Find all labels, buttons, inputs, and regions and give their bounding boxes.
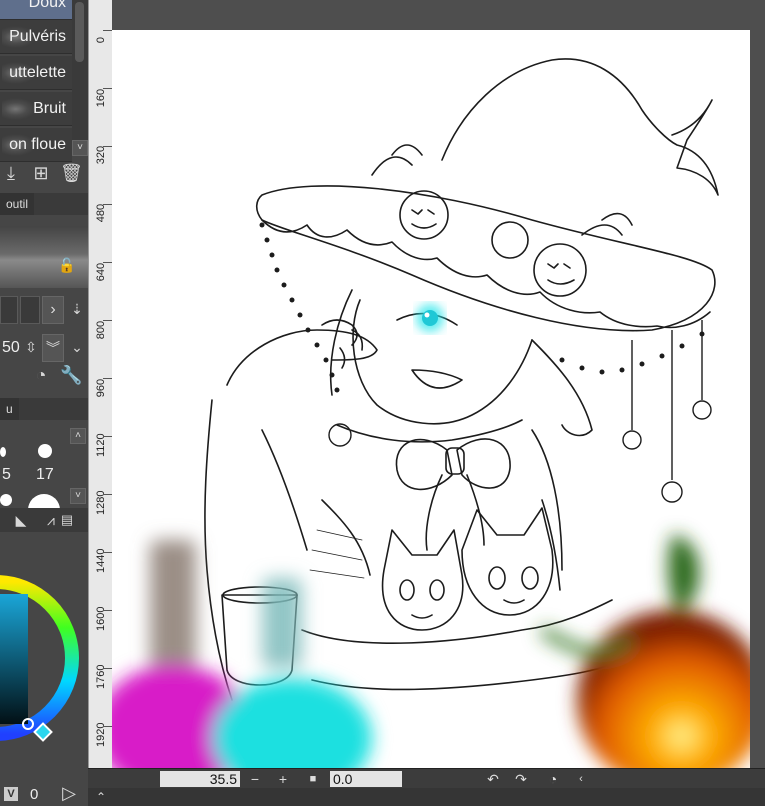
brush-size-option[interactable]: 5 bbox=[2, 466, 11, 484]
scrollbar-thumb[interactable] bbox=[75, 2, 84, 62]
navigator-bar: 35.5 − + ■ 0.0 ↶ ↷ ◔ ‹ bbox=[88, 768, 765, 789]
brush-size-value[interactable]: 50 bbox=[2, 339, 20, 357]
ruler-label: 640 bbox=[95, 262, 107, 282]
ruler-label: 1280 bbox=[95, 490, 107, 515]
ruler-label: 960 bbox=[95, 378, 107, 398]
brush-item-pulveris[interactable]: Pulvéris bbox=[0, 20, 72, 54]
tab-label: outil bbox=[6, 197, 29, 211]
v-badge: V bbox=[4, 787, 18, 801]
timer-icon[interactable]: ◔ bbox=[30, 364, 52, 386]
brush-stroke-preview bbox=[2, 98, 36, 120]
reset-rotation-icon[interactable]: ◔ bbox=[544, 770, 562, 788]
drawing-canvas[interactable] bbox=[112, 30, 765, 768]
wrench-icon[interactable]: 🔧 bbox=[60, 364, 82, 386]
chevron-left-icon[interactable]: ‹ bbox=[572, 770, 590, 788]
rotation-field[interactable]: 0.0 bbox=[330, 771, 402, 787]
tab-label: u bbox=[6, 402, 13, 416]
color-value: 0 bbox=[30, 786, 39, 803]
chevron-down-icon[interactable]: ⌄ bbox=[66, 336, 88, 358]
brush-item-gouttelette[interactable]: uttelette bbox=[0, 56, 72, 90]
chevron-right-icon[interactable]: › bbox=[42, 296, 64, 324]
witch-lineart-illustration bbox=[112, 58, 765, 768]
ruler-label: 1440 bbox=[95, 548, 107, 573]
zoom-field[interactable]: 35.5 bbox=[160, 771, 240, 787]
chevron-up-icon[interactable]: ⌃ bbox=[92, 788, 110, 806]
ruler-label: 160 bbox=[95, 88, 107, 108]
trash-icon[interactable]: 🗑 bbox=[60, 162, 83, 184]
navigator-slider[interactable] bbox=[92, 770, 110, 788]
tab-brush-size[interactable]: u bbox=[0, 398, 19, 420]
brush-item-label: Pulvéris bbox=[9, 28, 66, 45]
brush-item-label: uttelette bbox=[9, 64, 66, 81]
ruler-label: 1600 bbox=[95, 606, 107, 631]
brush-item-label: on floue bbox=[9, 136, 66, 153]
color-wheel-tab-icon[interactable]: ◣ bbox=[10, 509, 32, 531]
chevron-down-icon[interactable]: ˅ bbox=[72, 140, 88, 156]
stepper-icon[interactable]: ⇳ bbox=[20, 336, 42, 358]
zoom-out-icon[interactable]: − bbox=[246, 770, 264, 788]
ruler-label: 1920 bbox=[95, 722, 107, 747]
ruler-label: 480 bbox=[95, 203, 107, 223]
ruler-label: 800 bbox=[95, 320, 107, 340]
left-panel: Doux Pulvéris uttelette Bruit on floue ˅… bbox=[0, 0, 88, 806]
down-arrow-icon[interactable]: ⇣ bbox=[66, 298, 88, 320]
property-field[interactable] bbox=[0, 296, 18, 324]
brush-item-flou[interactable]: on floue bbox=[0, 128, 72, 162]
color-wheel[interactable] bbox=[0, 536, 82, 776]
brush-item-label: Doux bbox=[28, 0, 66, 11]
tab-tool-property[interactable]: outil bbox=[0, 193, 35, 215]
brush-size-dot[interactable] bbox=[0, 447, 6, 457]
brush-list-scrollbar[interactable] bbox=[72, 0, 88, 150]
ruler-label: 0 bbox=[95, 36, 107, 44]
zoom-in-icon[interactable]: + bbox=[274, 770, 292, 788]
ruler-label: 320 bbox=[95, 145, 107, 165]
vertical-ruler: 0 160 320 480 640 800 960 1120 1280 1440… bbox=[88, 0, 113, 768]
brush-item-doux[interactable]: Doux bbox=[0, 0, 72, 20]
status-bar: ⌃ bbox=[88, 788, 765, 806]
rotate-right-icon[interactable]: ↷ bbox=[512, 770, 530, 788]
brush-size-option[interactable]: 17 bbox=[36, 466, 54, 484]
rotate-left-icon[interactable]: ↶ bbox=[484, 770, 502, 788]
brush-size-dot[interactable] bbox=[0, 494, 12, 506]
canvas-area[interactable] bbox=[112, 0, 765, 768]
add-copy-icon[interactable]: ⊞ bbox=[30, 162, 52, 184]
brush-size-dot[interactable] bbox=[38, 444, 52, 458]
chevron-up-icon[interactable]: ˄ bbox=[70, 428, 86, 444]
fit-view-icon[interactable]: ■ bbox=[304, 770, 322, 788]
property-field[interactable] bbox=[20, 296, 40, 324]
chevron-down-icon[interactable]: ˅ bbox=[70, 488, 86, 504]
brush-item-bruit[interactable]: Bruit bbox=[0, 92, 72, 126]
ruler-label: 1760 bbox=[95, 664, 107, 689]
lock-icon[interactable]: 🔓 bbox=[56, 254, 78, 276]
double-chevron-down-icon[interactable]: ︾ bbox=[42, 334, 64, 362]
play-icon[interactable]: ▷ bbox=[58, 782, 80, 804]
ruler-label: 1120 bbox=[95, 433, 107, 457]
brush-item-label: Bruit bbox=[33, 100, 66, 117]
color-slider-tab-icon[interactable]: ▤ bbox=[56, 509, 78, 531]
import-icon[interactable]: ⤓ bbox=[0, 162, 22, 184]
